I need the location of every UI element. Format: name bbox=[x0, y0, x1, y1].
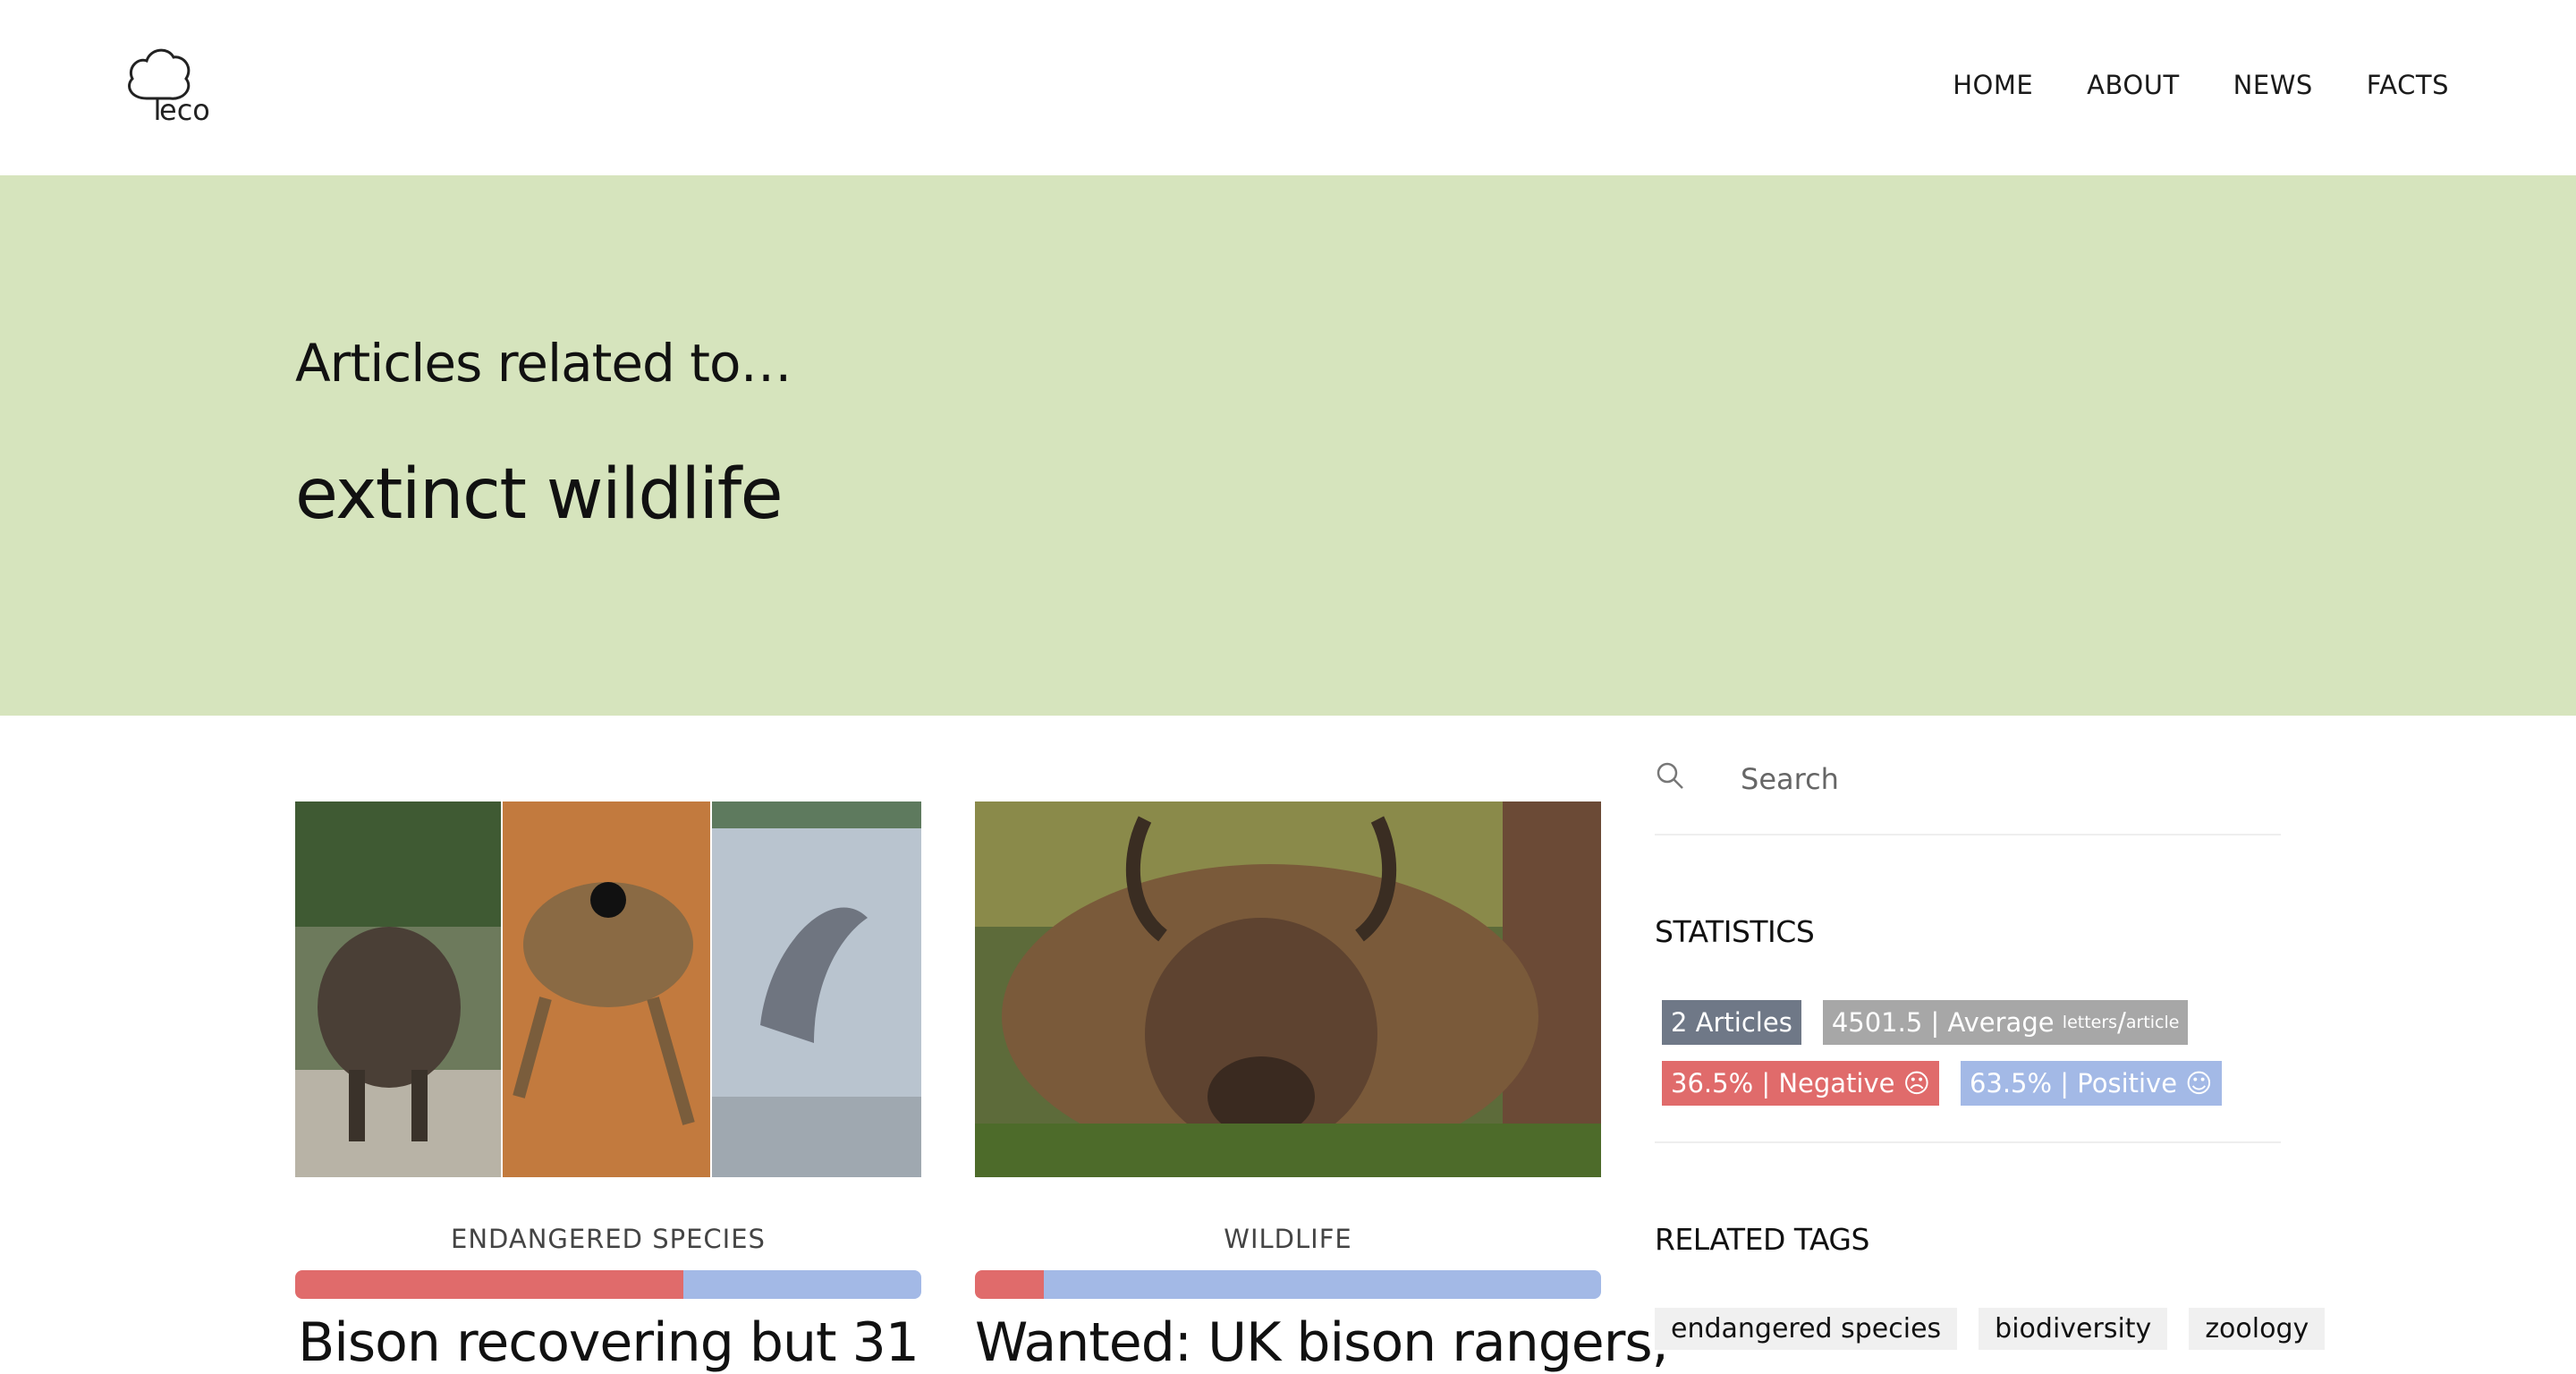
site-header: eco HOME ABOUT NEWS FACTS bbox=[0, 0, 2576, 175]
positive-badge: 63.5% | Positive ☺ bbox=[1960, 1061, 2222, 1106]
sentiment-bar bbox=[295, 1270, 921, 1299]
search-input[interactable] bbox=[1739, 759, 2243, 800]
article-category[interactable]: WILDLIFE bbox=[975, 1224, 1601, 1254]
negative-badge: 36.5% | Negative ☹ bbox=[1662, 1061, 1939, 1106]
logo-text: eco bbox=[159, 93, 210, 127]
article-card-1[interactable]: ENDANGERED SPECIES Bison recovering but … bbox=[295, 802, 921, 1374]
positive-segment bbox=[1044, 1270, 1601, 1299]
hero-banner: Articles related to… extinct wildlife bbox=[0, 175, 2576, 716]
article-image-bison[interactable] bbox=[975, 802, 1601, 1177]
related-tags-heading: RELATED TAGS bbox=[1655, 1222, 1869, 1257]
negative-segment bbox=[295, 1270, 683, 1299]
search-box bbox=[1655, 742, 2281, 835]
sentiment-bar bbox=[975, 1270, 1601, 1299]
negative-segment bbox=[975, 1270, 1044, 1299]
article-card-2[interactable]: WILDLIFE Wanted: UK bison rangers, bbox=[975, 802, 1669, 1374]
bison-lying-image bbox=[975, 802, 1601, 1177]
article-image-collage[interactable] bbox=[295, 802, 921, 1177]
average-unit-numerator: letters bbox=[2062, 1013, 2118, 1032]
hero-title: extinct wildlife bbox=[295, 454, 784, 535]
average-unit-denominator: article bbox=[2125, 1013, 2180, 1032]
main-nav: HOME ABOUT NEWS FACTS bbox=[1953, 70, 2449, 100]
nav-news[interactable]: NEWS bbox=[2233, 70, 2313, 100]
related-tags-list: endangered species biodiversity zoology bbox=[1655, 1308, 2326, 1350]
bison-frog-dolphin-image bbox=[295, 802, 921, 1177]
articles-count-badge: 2 Articles bbox=[1662, 1000, 1801, 1045]
article-title[interactable]: Bison recovering but 31 bbox=[295, 1311, 921, 1374]
article-title[interactable]: Wanted: UK bison rangers, bbox=[975, 1311, 1669, 1374]
tag-biodiversity[interactable]: biodiversity bbox=[1979, 1308, 2168, 1350]
smiley-face-icon: ☺ bbox=[2185, 1068, 2213, 1098]
eco-logo[interactable]: eco bbox=[111, 43, 218, 132]
average-letters-badge: 4501.5 | Average letters/article bbox=[1822, 1000, 2189, 1045]
statistics-heading: STATISTICS bbox=[1655, 914, 1815, 949]
sad-face-icon: ☹ bbox=[1902, 1068, 1930, 1098]
positive-segment bbox=[683, 1270, 921, 1299]
tag-endangered-species[interactable]: endangered species bbox=[1655, 1308, 1958, 1350]
negative-text: 36.5% | Negative bbox=[1671, 1068, 1895, 1098]
average-value: 4501.5 | Average bbox=[1831, 1007, 2063, 1038]
sidebar-divider bbox=[1655, 1141, 2281, 1143]
tag-zoology[interactable]: zoology bbox=[2189, 1308, 2326, 1350]
hero-subtitle: Articles related to… bbox=[295, 333, 792, 394]
statistics-panel: 2 Articles 4501.5 | Average letters/arti… bbox=[1662, 1000, 2288, 1122]
article-category[interactable]: ENDANGERED SPECIES bbox=[295, 1224, 921, 1254]
nav-about[interactable]: ABOUT bbox=[2087, 70, 2180, 100]
positive-text: 63.5% | Positive bbox=[1969, 1068, 2178, 1098]
nav-home[interactable]: HOME bbox=[1953, 70, 2033, 100]
search-icon[interactable] bbox=[1655, 760, 1685, 791]
nav-facts[interactable]: FACTS bbox=[2367, 70, 2449, 100]
